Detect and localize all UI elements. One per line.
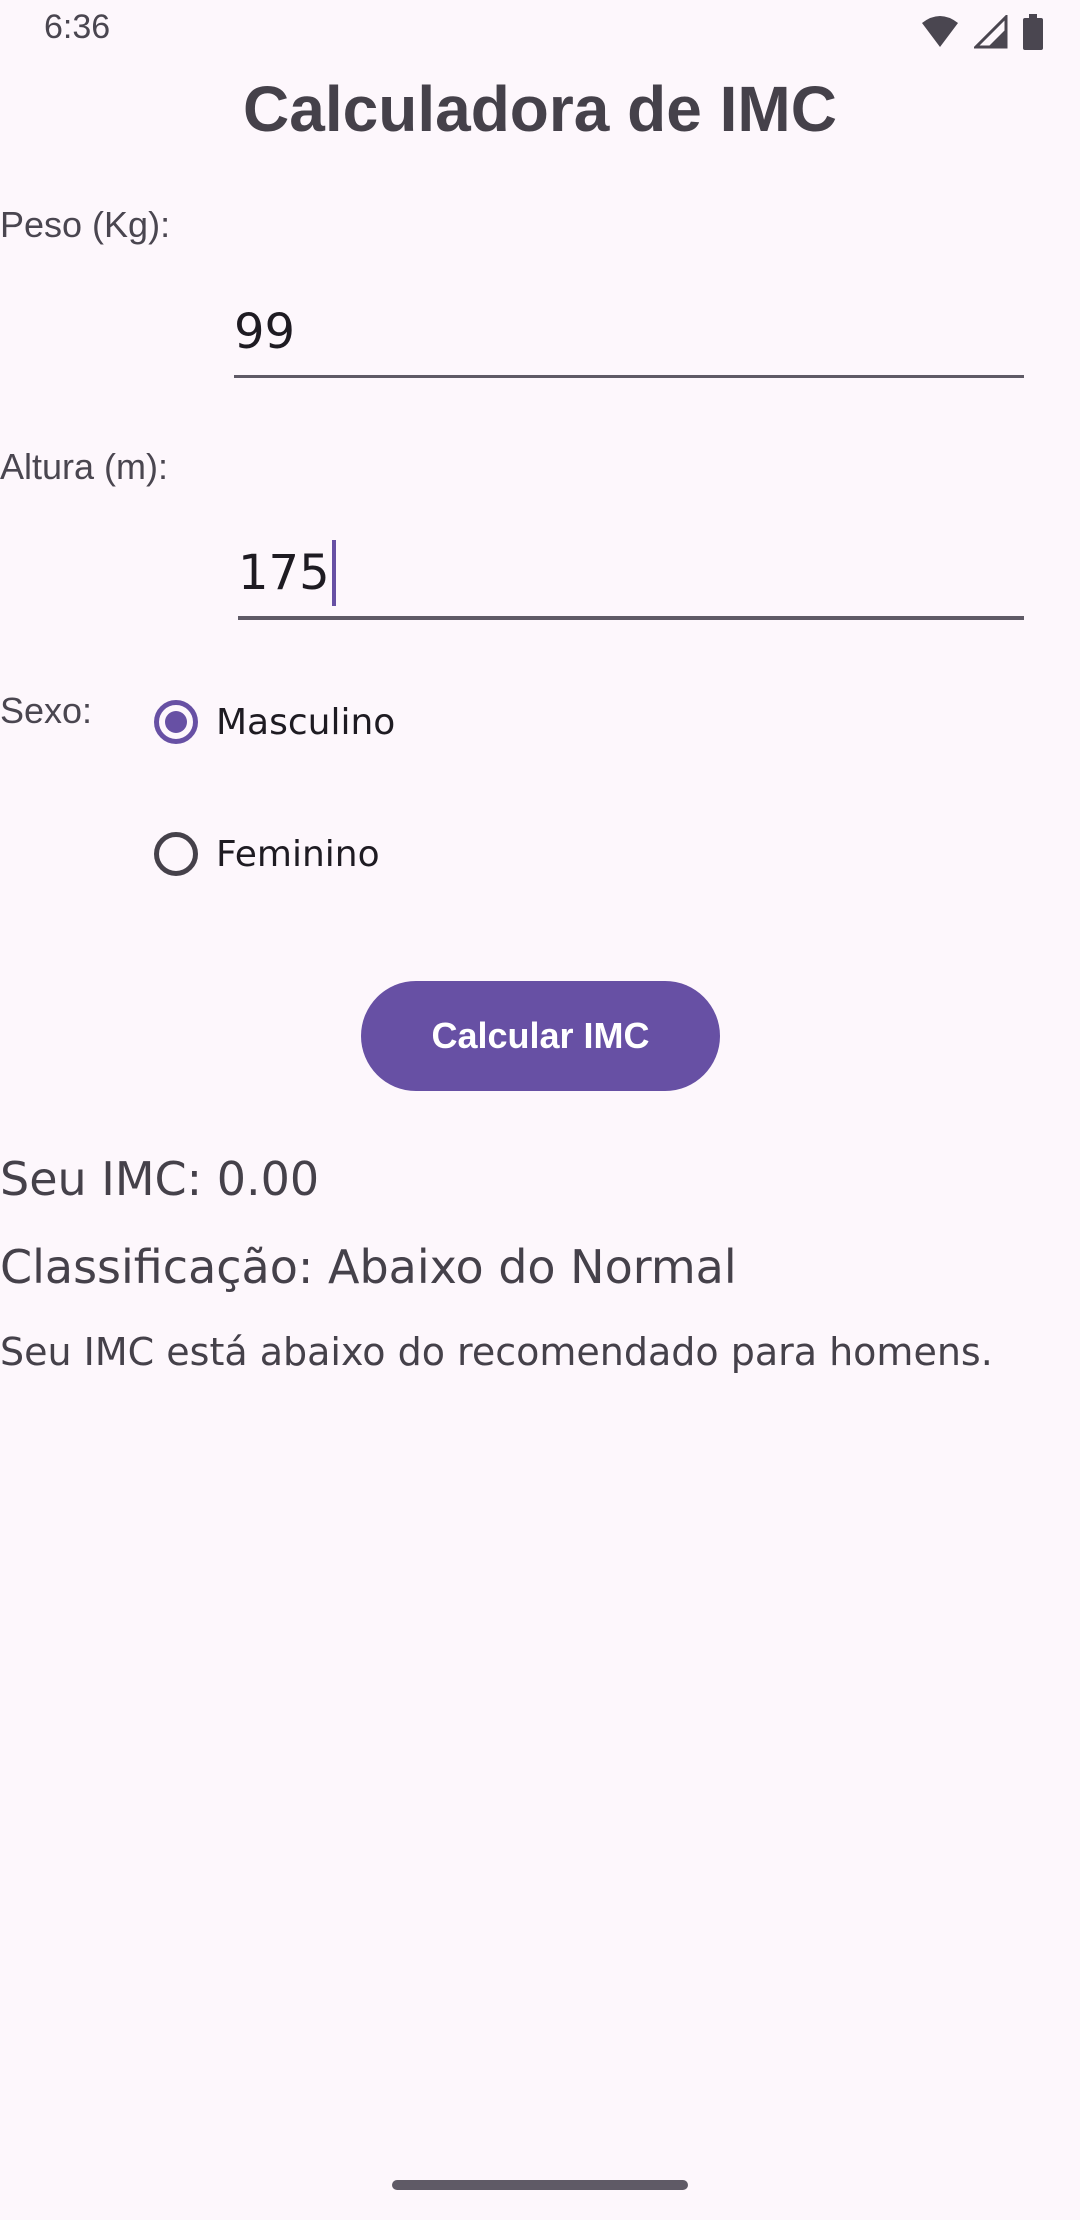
radio-masculino[interactable]: Masculino	[154, 700, 395, 744]
radio-feminino[interactable]: Feminino	[154, 832, 380, 876]
signal-icon	[974, 15, 1008, 49]
result-message: Seu IMC está abaixo do recomendado para …	[0, 1330, 993, 1374]
height-input-value: 175	[238, 545, 330, 601]
wifi-icon	[922, 16, 958, 47]
weight-label: Peso (Kg):	[0, 204, 171, 245]
weight-input-value: 99	[234, 303, 296, 360]
radio-dot	[165, 711, 187, 733]
weight-input[interactable]: 99	[234, 288, 1024, 378]
page-title: Calculadora de IMC	[243, 73, 837, 145]
status-icons	[920, 14, 1044, 50]
radio-checked-icon	[154, 700, 198, 744]
imc-result: Seu IMC: 0.00	[0, 1152, 320, 1206]
status-time: 6:36	[44, 8, 111, 46]
battery-icon	[1023, 14, 1043, 50]
radio-masculino-label: Masculino	[216, 701, 396, 743]
height-input[interactable]: 175	[238, 530, 1024, 620]
radio-feminino-label: Feminino	[216, 833, 380, 875]
calculate-button[interactable]: Calcular IMC	[361, 981, 720, 1091]
radio-unchecked-icon	[154, 832, 198, 876]
sex-label: Sexo:	[0, 690, 93, 731]
text-cursor	[331, 540, 336, 606]
classification-result: Classificação: Abaixo do Normal	[0, 1240, 737, 1294]
home-indicator[interactable]	[392, 2180, 688, 2190]
height-label: Altura (m):	[0, 446, 169, 487]
